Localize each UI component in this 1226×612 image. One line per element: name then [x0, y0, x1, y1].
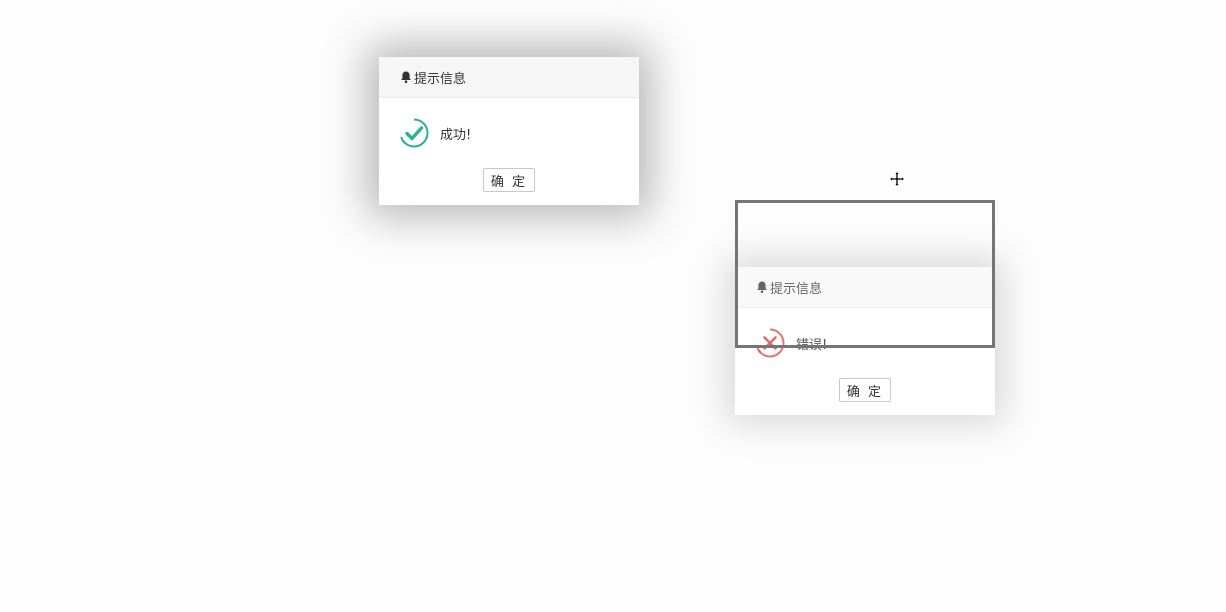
move-cursor-icon [889, 171, 905, 187]
success-dialog: 提示信息 成功! 确 定 [379, 57, 639, 205]
dialog-title: 提示信息 [414, 71, 467, 87]
dialog-header[interactable]: 提示信息 [735, 267, 995, 308]
x-circle-icon [754, 327, 786, 359]
page: 提示信息 成功! 确 定 提示信息 错误! 确 定 [0, 0, 1226, 612]
check-circle-icon [398, 117, 430, 149]
dialog-title: 提示信息 [770, 281, 823, 297]
dialog-footer: 确 定 [379, 168, 639, 192]
ok-button[interactable]: 确 定 [482, 168, 536, 192]
dialog-message: 成功! [440, 127, 472, 143]
dialog-body: 成功! [379, 98, 639, 168]
bell-icon [755, 280, 769, 294]
ok-button[interactable]: 确 定 [838, 378, 892, 402]
bell-icon [399, 70, 413, 84]
error-dialog: 提示信息 错误! 确 定 [735, 267, 995, 415]
dialog-header[interactable]: 提示信息 [379, 57, 639, 98]
dialog-body: 错误! [735, 308, 995, 378]
dialog-footer: 确 定 [735, 378, 995, 402]
dialog-message: 错误! [796, 337, 828, 353]
